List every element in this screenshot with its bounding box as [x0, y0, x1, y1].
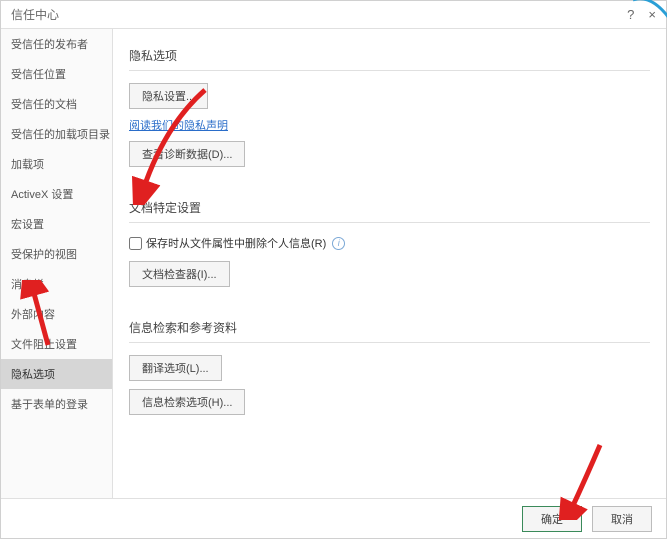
- ok-button[interactable]: 确定: [522, 506, 582, 532]
- section-document-settings: 文档特定设置 保存时从文件属性中删除个人信息(R) i 文档检查器(I)...: [129, 193, 650, 295]
- dialog-title: 信任中心: [11, 6, 59, 23]
- section-header: 隐私选项: [129, 41, 650, 71]
- sidebar-item-protected-view[interactable]: 受保护的视图: [1, 239, 112, 269]
- sidebar-item-trusted-addin-catalogs[interactable]: 受信任的加载项目录: [1, 119, 112, 149]
- sidebar-item-file-block-settings[interactable]: 文件阻止设置: [1, 329, 112, 359]
- sidebar-item-trusted-documents[interactable]: 受信任的文档: [1, 89, 112, 119]
- diagnostic-data-button[interactable]: 查看诊断数据(D)...: [129, 141, 245, 167]
- sidebar-item-label: 受信任的发布者: [11, 39, 88, 51]
- sidebar-item-label: 外部内容: [11, 309, 55, 321]
- sidebar-item-external-content[interactable]: 外部内容: [1, 299, 112, 329]
- privacy-statement-link[interactable]: 阅读我们的隐私声明: [129, 117, 228, 133]
- cancel-button[interactable]: 取消: [592, 506, 652, 532]
- section-header: 信息检索和参考资料: [129, 313, 650, 343]
- sidebar-item-privacy-options[interactable]: 隐私选项: [1, 359, 112, 389]
- sidebar-item-label: 受信任的文档: [11, 99, 77, 111]
- dialog-body: 受信任的发布者 受信任位置 受信任的文档 受信任的加载项目录 加载项 Activ…: [1, 29, 666, 498]
- info-icon[interactable]: i: [332, 237, 345, 250]
- sidebar-item-label: 隐私选项: [11, 369, 55, 381]
- sidebar-item-message-bar[interactable]: 消息栏: [1, 269, 112, 299]
- remove-personal-info-checkbox-row[interactable]: 保存时从文件属性中删除个人信息(R) i: [129, 235, 650, 251]
- help-button[interactable]: ?: [627, 7, 634, 22]
- sidebar-item-label: 受保护的视图: [11, 249, 77, 261]
- sidebar: 受信任的发布者 受信任位置 受信任的文档 受信任的加载项目录 加载项 Activ…: [1, 29, 113, 498]
- section-privacy-options: 隐私选项 隐私设置... 阅读我们的隐私声明 查看诊断数据(D)...: [129, 41, 650, 175]
- sidebar-item-label: 受信任的加载项目录: [11, 129, 110, 141]
- sidebar-item-label: 基于表单的登录: [11, 399, 88, 411]
- section-research-reference: 信息检索和参考资料 翻译选项(L)... 信息检索选项(H)...: [129, 313, 650, 423]
- research-options-button[interactable]: 信息检索选项(H)...: [129, 389, 245, 415]
- titlebar: 信任中心 ? ×: [1, 1, 666, 29]
- sidebar-item-label: 文件阻止设置: [11, 339, 77, 351]
- sidebar-item-addins[interactable]: 加载项: [1, 149, 112, 179]
- sidebar-item-trusted-publishers[interactable]: 受信任的发布者: [1, 29, 112, 59]
- privacy-settings-button[interactable]: 隐私设置...: [129, 83, 208, 109]
- close-button[interactable]: ×: [648, 7, 656, 22]
- content-panel: 隐私选项 隐私设置... 阅读我们的隐私声明 查看诊断数据(D)... 文档特定…: [113, 29, 666, 498]
- sidebar-item-label: 加载项: [11, 159, 44, 171]
- sidebar-item-label: 消息栏: [11, 279, 44, 291]
- checkbox-label: 保存时从文件属性中删除个人信息(R): [146, 235, 326, 251]
- dialog-footer: 确定 取消: [1, 498, 666, 538]
- sidebar-item-label: 受信任位置: [11, 69, 66, 81]
- titlebar-controls: ? ×: [627, 7, 656, 22]
- translation-options-button[interactable]: 翻译选项(L)...: [129, 355, 222, 381]
- sidebar-item-trusted-locations[interactable]: 受信任位置: [1, 59, 112, 89]
- document-inspector-button[interactable]: 文档检查器(I)...: [129, 261, 230, 287]
- sidebar-item-macro-settings[interactable]: 宏设置: [1, 209, 112, 239]
- sidebar-item-form-based-login[interactable]: 基于表单的登录: [1, 389, 112, 419]
- remove-personal-info-checkbox[interactable]: [129, 237, 142, 250]
- sidebar-item-activex-settings[interactable]: ActiveX 设置: [1, 179, 112, 209]
- sidebar-item-label: ActiveX 设置: [11, 189, 73, 201]
- section-header: 文档特定设置: [129, 193, 650, 223]
- sidebar-item-label: 宏设置: [11, 219, 44, 231]
